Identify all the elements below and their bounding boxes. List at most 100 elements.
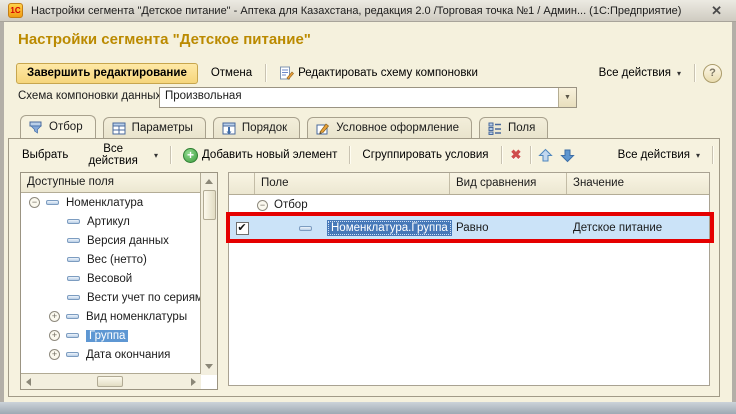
cancel-button[interactable]: Отмена [206, 63, 257, 83]
tab-order[interactable]: Порядок [213, 117, 300, 138]
scroll-up-icon[interactable] [205, 179, 213, 184]
all-actions-left-button[interactable]: Все действия ▾ [73, 139, 163, 171]
expander-plus-icon[interactable]: + [49, 311, 60, 322]
delete-icon[interactable]: ✖ [509, 147, 524, 163]
schema-label: Схема компоновки данных: [18, 90, 164, 102]
tree-item-label: Номенклатура [66, 197, 143, 209]
field-icon [67, 238, 80, 243]
chevron-down-icon: ▾ [677, 69, 681, 78]
finish-editing-button[interactable]: Завершить редактирование [16, 63, 198, 84]
combobox-dropdown-button[interactable]: ▼ [558, 88, 576, 107]
tree-item-label: Артикул [87, 216, 130, 228]
filter-group-label: Отбор [274, 199, 308, 211]
tree-item-label: Весовой [87, 273, 132, 285]
available-fields-header: Доступные поля [21, 173, 201, 193]
tree-item-gruppa-selected[interactable]: + Группа [21, 326, 201, 345]
expander-plus-icon[interactable]: + [49, 349, 60, 360]
tab-label: Поля [508, 122, 535, 134]
available-fields-tree: − Номенклатура Артикул Версия данных [21, 193, 201, 375]
field-icon [67, 219, 80, 224]
edit-schema-icon [279, 66, 294, 81]
tree-item-data-okonchaniya[interactable]: + Дата окончания [21, 345, 201, 364]
close-icon[interactable]: ✕ [705, 3, 728, 19]
field-icon [66, 333, 79, 338]
expander-minus-icon[interactable]: − [257, 200, 268, 211]
tree-vertical-scrollbar[interactable] [200, 173, 217, 375]
scroll-right-icon[interactable] [191, 378, 196, 386]
1c-app-icon: 1С [8, 3, 23, 18]
tree-item-artikul[interactable]: Артикул [21, 212, 201, 231]
checkbox-column-header [229, 173, 255, 194]
tree-horizontal-scrollbar[interactable] [21, 373, 201, 389]
field-icon [46, 200, 59, 205]
tab-label: Условное оформление [336, 122, 459, 134]
window-title: Настройки сегмента "Детское питание" - А… [31, 5, 705, 17]
filter-group-row[interactable]: − Отбор [229, 195, 709, 216]
tab-conditional-appearance[interactable]: Условное оформление [307, 117, 472, 138]
field-column-header: Поле [255, 173, 450, 194]
tree-item-label: Версия данных [87, 235, 169, 247]
all-actions-label: Все действия [78, 143, 148, 167]
all-actions-label: Все действия [599, 67, 671, 79]
scrollbar-thumb[interactable] [203, 190, 216, 220]
tab-label: Отбор [49, 121, 83, 133]
page-title: Настройки сегмента "Детское питание" [18, 31, 311, 48]
filter-tab-icon [29, 121, 43, 134]
filter-conditions-table: Поле Вид сравнения Значение − Отбор ✔ [228, 172, 710, 386]
toolbar-separator [170, 146, 171, 164]
move-up-icon[interactable] [538, 148, 553, 163]
filter-toolbar: Выбрать Все действия ▾ + Добавить новый … [17, 144, 713, 166]
field-icon [66, 314, 79, 319]
condition-field-cell[interactable]: Номенклатура.Группа [327, 220, 452, 236]
add-element-button[interactable]: + Добавить новый элемент [178, 144, 342, 167]
add-plus-icon: + [183, 148, 198, 163]
expander-minus-icon[interactable]: − [29, 197, 40, 208]
edit-schema-button[interactable]: Редактировать схему компоновки [274, 62, 483, 85]
select-field-button[interactable]: Выбрать [17, 145, 73, 165]
all-actions-label: Все действия [618, 149, 690, 161]
tree-item-vid-nomenklatury[interactable]: + Вид номенклатуры [21, 307, 201, 326]
fields-tab-icon [488, 122, 502, 135]
tab-fields[interactable]: Поля [479, 117, 548, 138]
expander-plus-icon[interactable]: + [49, 330, 60, 341]
field-icon [299, 226, 312, 231]
form-area: Настройки сегмента "Детское питание" Зав… [4, 22, 732, 402]
move-down-icon[interactable] [560, 148, 575, 163]
tab-label: Порядок [242, 122, 287, 134]
all-actions-top-button[interactable]: Все действия ▾ [594, 63, 686, 83]
app-window: 1С Настройки сегмента "Детское питание" … [0, 0, 736, 414]
window-border-bottom [0, 402, 736, 414]
toolbar-separator [349, 146, 350, 164]
filter-tab-panel: Выбрать Все действия ▾ + Добавить новый … [8, 138, 720, 397]
schema-row: Схема компоновки данных: Произвольная ▼ [18, 90, 164, 102]
tree-item-nomenklatura[interactable]: − Номенклатура [21, 193, 201, 212]
edit-schema-label: Редактировать схему компоновки [298, 67, 478, 79]
toolbar-separator [265, 64, 266, 82]
tab-filter[interactable]: Отбор [20, 115, 96, 138]
filter-condition-row[interactable]: ✔ Номенклатура.Группа Равно Детское пита… [229, 216, 709, 240]
field-icon [66, 352, 79, 357]
tree-item-ves-netto[interactable]: Вес (нетто) [21, 250, 201, 269]
scroll-left-icon[interactable] [26, 378, 31, 386]
field-icon [67, 257, 80, 262]
all-actions-right-button[interactable]: Все действия ▾ [613, 145, 705, 165]
tab-parameters[interactable]: Параметры [103, 117, 206, 138]
condition-comparison-cell[interactable]: Равно [450, 222, 567, 234]
group-conditions-button[interactable]: Сгруппировать условия [357, 145, 493, 165]
toolbar-separator [501, 146, 502, 164]
scroll-down-icon[interactable] [205, 364, 213, 369]
row-checkbox-checked[interactable]: ✔ [236, 222, 249, 235]
tree-item-vesti-uchet[interactable]: Вести учет по сериям [21, 288, 201, 307]
scrollbar-thumb[interactable] [97, 376, 123, 387]
help-button[interactable]: ? [703, 64, 722, 83]
window-border-right [732, 22, 736, 402]
toolbar-separator [712, 146, 713, 164]
tree-item-vesovoy[interactable]: Весовой [21, 269, 201, 288]
tab-strip: Отбор Параметры [20, 115, 548, 138]
schema-combobox[interactable]: Произвольная ▼ [159, 87, 577, 108]
tab-label: Параметры [132, 122, 193, 134]
schema-combobox-value: Произвольная [160, 88, 558, 107]
tree-item-versiya-dannyh[interactable]: Версия данных [21, 231, 201, 250]
table-header-row: Поле Вид сравнения Значение [229, 173, 709, 195]
condition-value-cell[interactable]: Детское питание [567, 222, 709, 234]
